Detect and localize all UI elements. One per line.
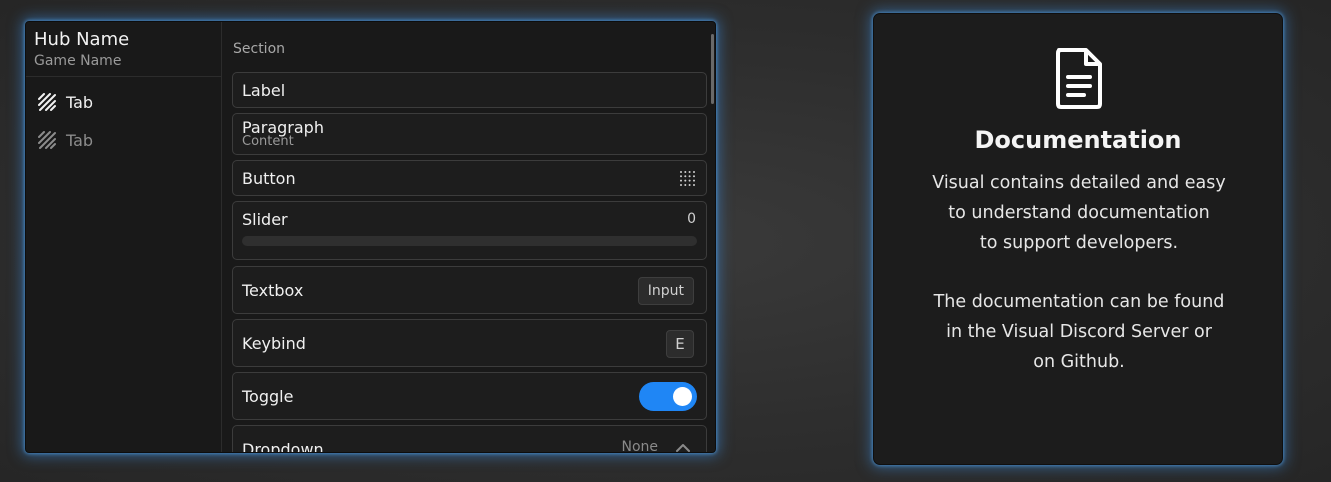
keybind-element: Keybind E	[232, 319, 707, 367]
stripes-icon	[38, 93, 56, 111]
document-icon	[1056, 48, 1102, 109]
tab-label: Tab	[66, 92, 94, 112]
toggle-switch[interactable]	[639, 382, 697, 411]
doc-line: in the Visual Discord Server or	[946, 322, 1212, 342]
toggle-knob	[673, 387, 692, 406]
dropdown-label: Dropdown	[242, 440, 324, 453]
chevron-up-icon	[676, 444, 690, 452]
label-element: Label	[232, 72, 707, 108]
section-title: Section	[233, 41, 286, 57]
sidebar-tab-2[interactable]: Tab	[38, 128, 93, 152]
stripes-icon	[38, 131, 56, 149]
paragraph-content: Content	[242, 134, 294, 149]
documentation-text-1: Visual contains detailed and easy to und…	[894, 168, 1264, 258]
textbox-element: Textbox Input	[232, 266, 707, 314]
hub-name: Hub Name	[34, 29, 130, 50]
label-text: Label	[242, 81, 286, 100]
grid-icon	[680, 171, 695, 186]
keybind-label: Keybind	[242, 334, 306, 353]
toggle-element: Toggle	[232, 372, 707, 420]
doc-line: The documentation can be found	[933, 292, 1225, 312]
hub-window: Hub Name Game Name Tab Tab Section Label…	[25, 21, 716, 453]
doc-line: Visual contains detailed and easy	[932, 173, 1226, 193]
game-name: Game Name	[34, 53, 122, 69]
tab-content: Section Label Paragraph Content Button S…	[223, 22, 715, 452]
keybind-key[interactable]: E	[666, 330, 694, 358]
doc-line: to support developers.	[979, 233, 1179, 253]
hub-header: Hub Name Game Name	[26, 22, 221, 77]
sidebar: Hub Name Game Name Tab Tab	[26, 22, 222, 452]
dropdown-element[interactable]: Dropdown None	[232, 425, 707, 453]
textbox-label: Textbox	[242, 281, 304, 300]
tab-label: Tab	[66, 130, 94, 150]
doc-line: to understand documentation	[948, 203, 1210, 223]
documentation-title: Documentation	[974, 126, 1182, 154]
button-label: Button	[242, 169, 296, 188]
paragraph-element: Paragraph Content	[232, 113, 707, 155]
scrollbar[interactable]	[711, 34, 714, 104]
sidebar-tab-1[interactable]: Tab	[38, 90, 93, 114]
button-element[interactable]: Button	[232, 160, 707, 196]
slider-track[interactable]	[242, 236, 697, 246]
doc-line: on Github.	[1033, 352, 1125, 372]
textbox-input[interactable]: Input	[637, 277, 694, 305]
documentation-text-2: The documentation can be found in the Vi…	[894, 287, 1264, 377]
slider-element: Slider 0	[232, 201, 707, 260]
slider-value: 0	[687, 211, 696, 227]
documentation-card: Documentation Visual contains detailed a…	[873, 13, 1283, 465]
dropdown-value: None	[621, 439, 658, 453]
toggle-label: Toggle	[242, 387, 294, 406]
slider-label: Slider	[242, 210, 288, 229]
